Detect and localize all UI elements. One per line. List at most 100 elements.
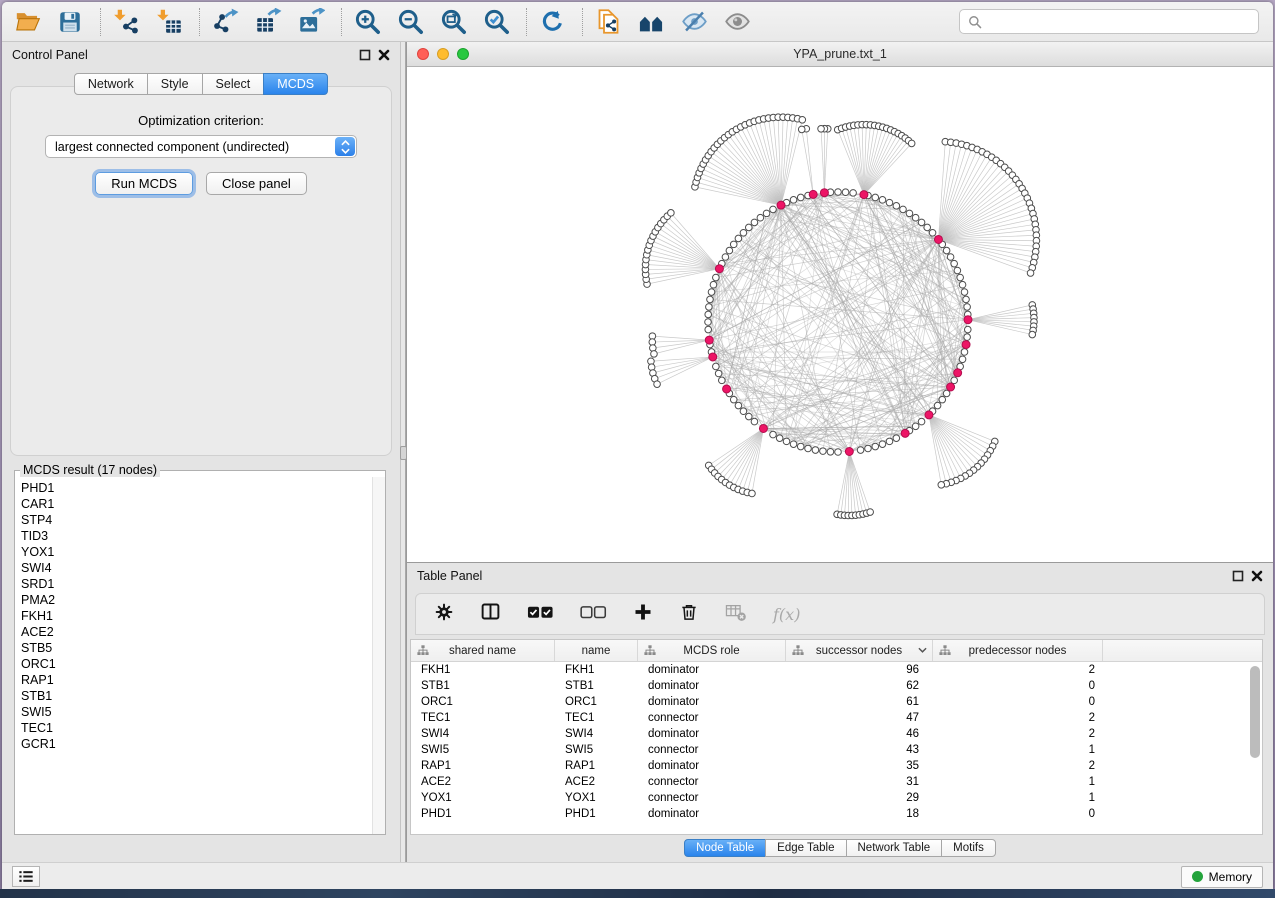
delete-table-icon[interactable] — [725, 602, 747, 627]
table-cell: 43 — [786, 742, 933, 758]
table-row[interactable]: RAP1RAP1dominator352 — [411, 758, 1262, 774]
table-cell: 18 — [786, 806, 933, 822]
export-image-icon[interactable] — [296, 7, 326, 37]
criterion-select[interactable]: largest connected component (undirected) — [45, 135, 357, 158]
optimization-criterion-label: Optimization criterion: — [11, 113, 391, 128]
column-header-predecessor-nodes[interactable]: predecessor nodes — [933, 640, 1103, 661]
control-panel-tabs: NetworkStyleSelectMCDS — [2, 73, 400, 95]
table-row[interactable]: ORC1ORC1dominator610 — [411, 694, 1262, 710]
table-cell: 1 — [933, 790, 1103, 806]
table-cell: 96 — [786, 662, 933, 678]
float-window-icon[interactable] — [1232, 570, 1244, 582]
new-network-from-selection-icon[interactable] — [593, 7, 623, 37]
mcds-result-title: MCDS result (17 nodes) — [20, 463, 160, 477]
table-row[interactable]: FKH1FKH1dominator962 — [411, 662, 1262, 678]
zoom-out-icon[interactable] — [395, 7, 425, 37]
mcds-result-item[interactable]: RAP1 — [21, 672, 385, 688]
save-session-icon[interactable] — [55, 7, 85, 37]
mcds-result-item[interactable]: GCR1 — [21, 736, 385, 752]
mcds-result-item[interactable]: SWI5 — [21, 704, 385, 720]
table-tabs: Node TableEdge TableNetwork TableMotifs — [407, 839, 1273, 857]
task-history-button[interactable] — [12, 866, 40, 887]
table-row[interactable]: STB1STB1dominator620 — [411, 678, 1262, 694]
select-all-icon[interactable] — [527, 605, 554, 624]
export-table-icon[interactable] — [253, 7, 283, 37]
mcds-result-item[interactable]: STB1 — [21, 688, 385, 704]
table-row[interactable]: YOX1YOX1connector291 — [411, 790, 1262, 806]
table-cell: 29 — [786, 790, 933, 806]
export-network-icon[interactable] — [210, 7, 240, 37]
mcds-result-item[interactable]: STP4 — [21, 512, 385, 528]
column-header-name[interactable]: name — [555, 640, 638, 661]
mcds-result-item[interactable]: TID3 — [21, 528, 385, 544]
node-table[interactable]: shared namenameMCDS rolesuccessor nodesp… — [410, 639, 1263, 835]
table-scrollbar[interactable] — [1250, 666, 1260, 758]
mcds-result-item[interactable]: TEC1 — [21, 720, 385, 736]
criterion-select-value: largest connected component (undirected) — [46, 136, 334, 157]
table-tab-node-table[interactable]: Node Table — [684, 839, 766, 857]
mcds-list-scrollbar[interactable] — [372, 477, 385, 834]
column-header-MCDS-role[interactable]: MCDS role — [638, 640, 786, 661]
close-panel-button[interactable]: Close panel — [206, 172, 307, 195]
delete-icon[interactable] — [679, 602, 699, 627]
table-row[interactable]: SWI5SWI5connector431 — [411, 742, 1262, 758]
zoom-fit-icon[interactable] — [438, 7, 468, 37]
tab-mcds[interactable]: MCDS — [263, 73, 328, 95]
mcds-result-item[interactable]: PHD1 — [21, 480, 385, 496]
table-cell: connector — [638, 790, 786, 806]
table-cell: 1 — [933, 774, 1103, 790]
open-session-icon[interactable] — [12, 7, 42, 37]
deselect-all-icon[interactable] — [580, 605, 607, 624]
table-tab-edge-table[interactable]: Edge Table — [765, 839, 846, 857]
table-cell: YOX1 — [411, 790, 555, 806]
table-cell: connector — [638, 742, 786, 758]
first-neighbors-icon[interactable] — [636, 7, 666, 37]
mcds-result-item[interactable]: ACE2 — [21, 624, 385, 640]
function-builder-icon[interactable]: f(x) — [773, 605, 800, 624]
import-table-icon[interactable] — [154, 7, 184, 37]
graphics-details-icon[interactable] — [679, 7, 709, 37]
close-panel-icon[interactable] — [1251, 570, 1263, 582]
table-tab-network-table[interactable]: Network Table — [846, 839, 943, 857]
search-input[interactable] — [988, 15, 1250, 29]
mcds-result-item[interactable]: SRD1 — [21, 576, 385, 592]
splitter-grip-icon[interactable] — [400, 446, 407, 460]
float-window-icon[interactable] — [359, 49, 371, 61]
split-column-icon[interactable] — [480, 601, 501, 627]
network-canvas[interactable] — [407, 67, 1273, 562]
search-box[interactable] — [959, 9, 1259, 34]
mcds-result-item[interactable]: ORC1 — [21, 656, 385, 672]
table-cell: 2 — [933, 726, 1103, 742]
mcds-result-item[interactable]: STB5 — [21, 640, 385, 656]
tab-select[interactable]: Select — [202, 73, 265, 95]
memory-label: Memory — [1209, 870, 1252, 884]
network-window-titlebar[interactable]: YPA_prune.txt_1 — [407, 42, 1273, 67]
column-header-shared-name[interactable]: shared name — [411, 640, 555, 661]
show-hide-details-icon[interactable] — [722, 7, 752, 37]
close-panel-icon[interactable] — [378, 49, 390, 61]
refresh-icon[interactable] — [537, 7, 567, 37]
mcds-result-item[interactable]: PMA2 — [21, 592, 385, 608]
add-column-icon[interactable] — [633, 602, 653, 627]
table-cell: dominator — [638, 678, 786, 694]
gear-icon[interactable] — [434, 602, 454, 627]
mcds-result-item[interactable]: SWI4 — [21, 560, 385, 576]
import-network-icon[interactable] — [111, 7, 141, 37]
table-cell: PHD1 — [555, 806, 638, 822]
mcds-result-list[interactable]: PHD1CAR1STP4TID3YOX1SWI4SRD1PMA2FKH1ACE2… — [15, 477, 385, 834]
tab-style[interactable]: Style — [147, 73, 203, 95]
mcds-result-item[interactable]: YOX1 — [21, 544, 385, 560]
zoom-in-icon[interactable] — [352, 7, 382, 37]
run-mcds-button[interactable]: Run MCDS — [95, 172, 193, 195]
memory-button[interactable]: Memory — [1181, 866, 1263, 888]
mcds-result-item[interactable]: CAR1 — [21, 496, 385, 512]
column-header-successor-nodes[interactable]: successor nodes — [786, 640, 933, 661]
table-row[interactable]: PHD1PHD1dominator180 — [411, 806, 1262, 822]
table-row[interactable]: ACE2ACE2connector311 — [411, 774, 1262, 790]
table-row[interactable]: TEC1TEC1connector472 — [411, 710, 1262, 726]
table-row[interactable]: SWI4SWI4dominator462 — [411, 726, 1262, 742]
zoom-selected-icon[interactable] — [481, 7, 511, 37]
mcds-result-item[interactable]: FKH1 — [21, 608, 385, 624]
table-tab-motifs[interactable]: Motifs — [941, 839, 996, 857]
tab-network[interactable]: Network — [74, 73, 148, 95]
